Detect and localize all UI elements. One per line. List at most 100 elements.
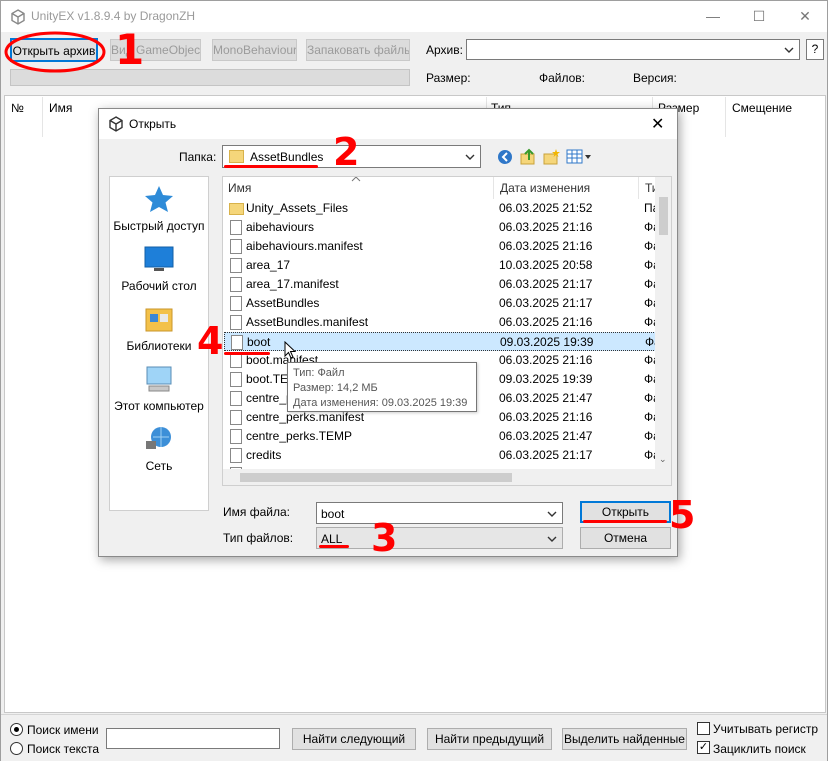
- scroll-down-icon[interactable]: ⌄: [659, 454, 667, 465]
- file-row[interactable]: aibehaviours 06.03.2025 21:16 Фа: [224, 218, 660, 237]
- file-icon: [230, 429, 242, 444]
- file-date: 06.03.2025 21:16: [499, 410, 593, 424]
- search-bar: Поиск имени Поиск текста Найти следующий…: [1, 714, 827, 761]
- folder-label: Папка:: [179, 150, 217, 164]
- place-desktop[interactable]: Рабочий стол: [110, 245, 208, 293]
- search-input[interactable]: [106, 728, 280, 749]
- version-label: Версия:: [633, 71, 677, 85]
- filetype-select[interactable]: ALL: [316, 527, 563, 549]
- header-date[interactable]: Дата изменения: [500, 177, 590, 199]
- file-icon: [230, 448, 242, 463]
- scroll-thumb[interactable]: [659, 197, 668, 235]
- file-row[interactable]: area_17.manifest 06.03.2025 21:17 Фа: [224, 275, 660, 294]
- filename-value: boot: [321, 507, 345, 521]
- find-next-button[interactable]: Найти следующий: [292, 728, 416, 750]
- column-no[interactable]: №: [11, 101, 24, 115]
- sort-arrow-icon: [351, 177, 361, 182]
- mouse-cursor-icon: [284, 341, 296, 359]
- scroll-thumb[interactable]: [240, 473, 512, 482]
- file-date: 06.03.2025 21:16: [499, 315, 593, 329]
- select-found-button[interactable]: Выделить найденные: [562, 728, 687, 750]
- chevron-down-icon: [784, 47, 794, 53]
- unity-logo-icon: [109, 116, 123, 132]
- file-icon: [230, 258, 242, 273]
- file-row[interactable]: Unity_Assets_Files 06.03.2025 21:52 Па: [224, 199, 659, 218]
- annotation-number-4: 4: [197, 319, 224, 363]
- file-icon: [230, 277, 242, 292]
- file-list[interactable]: Имя Дата изменения Ти Unity_Assets_Files…: [222, 176, 672, 486]
- window-title: UnityEX v1.8.9.4 by DragonZH: [31, 9, 196, 23]
- back-icon[interactable]: [497, 149, 513, 165]
- file-icon: [231, 335, 243, 350]
- file-row[interactable]: centre_perks.TEMP 06.03.2025 21:47 Фа: [224, 427, 660, 446]
- file-row[interactable]: AssetBundles.manifest 06.03.2025 21:16 Фа: [224, 313, 660, 332]
- filetype-value: ALL: [321, 532, 343, 546]
- star-icon: [145, 186, 173, 212]
- maximize-button[interactable]: ☐: [736, 1, 782, 32]
- place-network[interactable]: Сеть: [110, 425, 208, 473]
- up-folder-icon[interactable]: [519, 148, 537, 166]
- file-date: 06.03.2025 21:16: [499, 220, 593, 234]
- place-label: Быстрый доступ: [113, 219, 205, 233]
- file-name: Unity_Assets_Files: [246, 201, 349, 215]
- file-name: area_17: [246, 258, 291, 272]
- library-icon: [145, 308, 173, 332]
- place-quick-access[interactable]: Быстрый доступ: [110, 185, 208, 233]
- annotation-number-5: 5: [669, 493, 696, 537]
- view-menu-icon[interactable]: [566, 149, 594, 165]
- column-name[interactable]: Имя: [49, 101, 72, 115]
- place-libraries[interactable]: Библиотеки: [110, 305, 208, 353]
- place-label: Сеть: [145, 459, 173, 473]
- file-icon: [230, 391, 242, 406]
- search-name-radio[interactable]: [10, 723, 23, 736]
- filename-input[interactable]: boot: [316, 502, 563, 524]
- minimize-button[interactable]: —: [690, 1, 736, 32]
- archive-label: Архив:: [426, 43, 463, 57]
- close-button[interactable]: ✕: [782, 1, 828, 32]
- place-label: Библиотеки: [126, 339, 192, 353]
- find-prev-button[interactable]: Найти предыдущий: [427, 728, 552, 750]
- loop-search-checkbox[interactable]: ✓: [697, 741, 710, 754]
- file-row[interactable]: credits 06.03.2025 21:17 Фа: [224, 446, 660, 465]
- file-name: centre_perks.TEMP: [246, 429, 353, 443]
- size-label: Размер:: [426, 71, 471, 85]
- file-row[interactable]: area_17 10.03.2025 20:58 Фа: [224, 256, 660, 275]
- archive-select[interactable]: [466, 39, 800, 60]
- file-row[interactable]: aibehaviours.manifest 06.03.2025 21:16 Фа: [224, 237, 660, 256]
- pack-files-button[interactable]: Запаковать файлы: [306, 39, 410, 61]
- cancel-button[interactable]: Отмена: [580, 527, 671, 549]
- dialog-close-button[interactable]: ✕: [651, 114, 664, 134]
- chevron-down-icon: [547, 536, 557, 542]
- filetype-label: Тип файлов:: [223, 531, 294, 545]
- file-date: 10.03.2025 20:58: [499, 258, 593, 272]
- match-case-label: Учитывать регистр: [713, 722, 819, 736]
- column-offset[interactable]: Смещение: [732, 101, 792, 115]
- file-name: area_17.manifest: [246, 277, 339, 291]
- chevron-down-icon: [465, 154, 475, 160]
- new-folder-icon[interactable]: [542, 148, 560, 166]
- header-name[interactable]: Имя: [228, 177, 251, 199]
- file-row[interactable]: AssetBundles 06.03.2025 21:17 Фа: [224, 294, 660, 313]
- monobehaviour-button[interactable]: MonoBehaviour: [212, 39, 297, 61]
- match-case-checkbox[interactable]: [697, 722, 710, 735]
- file-date: 06.03.2025 21:47: [499, 391, 593, 405]
- vertical-scrollbar[interactable]: ⌄: [655, 177, 671, 469]
- file-icon: [230, 296, 242, 311]
- search-text-radio[interactable]: [10, 742, 23, 755]
- tooltip-type: Тип: Файл: [293, 367, 345, 379]
- horizontal-scrollbar[interactable]: [223, 469, 671, 485]
- red-underline: [583, 520, 667, 523]
- red-underline: [319, 545, 349, 548]
- place-label: Этот компьютер: [114, 399, 204, 413]
- tooltip-date: Дата изменения: 09.03.2025 19:39: [293, 397, 468, 409]
- file-icon: [230, 239, 242, 254]
- file-date: 06.03.2025 21:17: [499, 277, 593, 291]
- network-icon: [146, 427, 171, 449]
- file-name: boot: [247, 335, 271, 349]
- annotation-number-3: 3: [371, 516, 398, 560]
- help-button[interactable]: ?: [806, 39, 824, 60]
- file-date: 06.03.2025 21:16: [499, 353, 593, 367]
- file-icon: [230, 410, 242, 425]
- folder-value: AssetBundles: [250, 150, 324, 164]
- place-this-pc[interactable]: Этот компьютер: [110, 365, 208, 413]
